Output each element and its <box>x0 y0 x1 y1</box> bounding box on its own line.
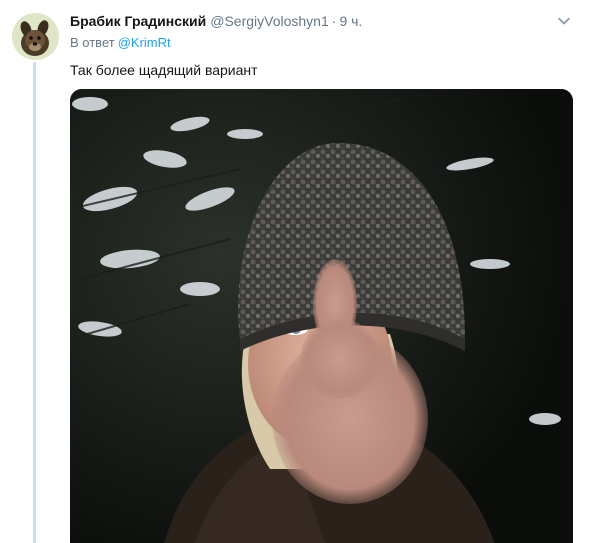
author-handle[interactable]: @SergiyVoloshyn1 <box>210 13 329 29</box>
reply-context: В ответ @KrimRt <box>70 34 171 52</box>
more-options-button[interactable] <box>557 14 571 28</box>
tweet-photo[interactable] <box>70 89 573 543</box>
tweet-time[interactable]: 9 ч. <box>339 13 362 29</box>
photo-image <box>70 89 573 543</box>
chevron-down-icon <box>558 17 570 25</box>
tweet[interactable]: Брабик Градинский @SergiyVoloshyn1 · 9 ч. В… <box>0 0 599 543</box>
avatar[interactable] <box>12 13 59 60</box>
author-name[interactable]: Брабик Градинский <box>70 13 206 29</box>
tweet-header: Брабик Градинский @SergiyVoloshyn1 · 9 ч. <box>70 11 559 31</box>
separator: · <box>331 13 337 29</box>
tweet-text: Так более щадящий вариант <box>70 62 258 78</box>
reply-mention-link[interactable]: @KrimRt <box>118 35 171 50</box>
reply-prefix: В ответ <box>70 35 115 50</box>
thread-line <box>33 62 36 543</box>
dog-avatar-icon <box>12 13 59 60</box>
